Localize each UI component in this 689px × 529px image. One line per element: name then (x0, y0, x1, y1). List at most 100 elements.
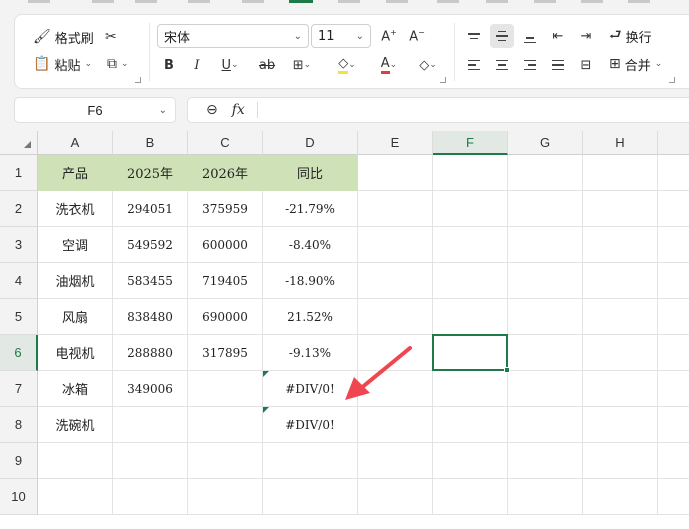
cell[interactable] (508, 371, 583, 407)
value-cell[interactable]: 583455 (113, 263, 188, 299)
fx-icon[interactable]: fx (232, 102, 245, 118)
cell[interactable] (658, 155, 689, 191)
cell[interactable] (358, 407, 433, 443)
column-header-f[interactable]: F (433, 131, 508, 155)
cell[interactable] (583, 191, 658, 227)
borders-button[interactable]: ⊞ ⌄ (285, 53, 319, 77)
menu-tab[interactable] (242, 0, 264, 3)
cell[interactable] (508, 155, 583, 191)
cell[interactable] (113, 443, 188, 479)
yoy-cell[interactable]: -8.40% (263, 227, 358, 263)
cell[interactable] (263, 479, 358, 515)
cell[interactable] (508, 263, 583, 299)
menu-tab[interactable] (338, 0, 360, 3)
paste-button[interactable]: 📋 粘贴 ⌄ (33, 53, 92, 75)
cell[interactable] (583, 479, 658, 515)
name-box[interactable]: F6 ⌄ (14, 97, 176, 123)
value-cell[interactable] (188, 407, 263, 443)
cell[interactable] (658, 479, 689, 515)
cell[interactable] (358, 155, 433, 191)
cell[interactable] (263, 443, 358, 479)
yoy-cell[interactable]: -9.13% (263, 335, 358, 371)
row-header-1[interactable]: 1 (0, 155, 38, 191)
row-header-6[interactable]: 6 (0, 335, 38, 371)
column-header-c[interactable]: C (188, 131, 263, 155)
cell[interactable] (508, 191, 583, 227)
cell[interactable] (358, 263, 433, 299)
error-cell[interactable]: #DIV/0! (263, 371, 358, 407)
column-header-g[interactable]: G (508, 131, 583, 155)
font-name-select[interactable]: 宋体 ⌄ (157, 24, 309, 48)
cell[interactable] (433, 191, 508, 227)
cell[interactable] (508, 299, 583, 335)
value-cell[interactable]: 288880 (113, 335, 188, 371)
cell[interactable] (658, 371, 689, 407)
cell[interactable] (358, 191, 433, 227)
value-cell[interactable]: 375959 (188, 191, 263, 227)
menu-tab[interactable] (188, 0, 210, 3)
cell[interactable] (658, 191, 689, 227)
value-cell[interactable]: 549592 (113, 227, 188, 263)
column-header-a[interactable]: A (38, 131, 113, 155)
column-header-b[interactable]: B (113, 131, 188, 155)
menu-tab[interactable] (534, 0, 556, 3)
error-cell[interactable]: #DIV/0! (263, 407, 358, 443)
format-painter-button[interactable]: 🖌 格式刷 (33, 26, 94, 48)
product-name-cell[interactable]: 电视机 (38, 335, 113, 371)
product-name-cell[interactable]: 空调 (38, 227, 113, 263)
cell[interactable] (508, 335, 583, 371)
cell[interactable] (508, 443, 583, 479)
formula-input[interactable] (258, 98, 689, 122)
cell[interactable] (433, 443, 508, 479)
cell[interactable] (583, 299, 658, 335)
increase-indent-button[interactable]: ⇥ (574, 24, 598, 48)
yoy-cell[interactable]: 21.52% (263, 299, 358, 335)
cell[interactable] (188, 443, 263, 479)
cell[interactable] (583, 155, 658, 191)
italic-button[interactable]: I (185, 53, 209, 77)
menu-tab[interactable] (28, 0, 50, 3)
cell[interactable] (358, 227, 433, 263)
cell[interactable] (433, 479, 508, 515)
row-header-5[interactable]: 5 (0, 299, 38, 335)
cell[interactable] (433, 371, 508, 407)
cell[interactable] (658, 227, 689, 263)
cell[interactable] (433, 227, 508, 263)
yoy-cell[interactable]: -18.90% (263, 263, 358, 299)
decrease-font-size-button[interactable]: A− (405, 24, 429, 48)
cell[interactable] (658, 407, 689, 443)
cut-button[interactable]: ✂ (105, 26, 117, 48)
value-cell[interactable]: 349006 (113, 371, 188, 407)
value-cell[interactable]: 317895 (188, 335, 263, 371)
cell[interactable] (508, 479, 583, 515)
cell[interactable] (583, 263, 658, 299)
align-center-button[interactable] (490, 53, 514, 77)
cell[interactable] (433, 299, 508, 335)
value-cell[interactable]: 838480 (113, 299, 188, 335)
column-header-h[interactable]: H (583, 131, 658, 155)
cell[interactable] (358, 335, 433, 371)
clipboard-dialog-launcher[interactable] (135, 77, 141, 83)
product-name-cell[interactable]: 油烟机 (38, 263, 113, 299)
cell[interactable] (583, 227, 658, 263)
cell[interactable] (433, 263, 508, 299)
cell[interactable] (658, 335, 689, 371)
font-size-select[interactable]: 11 ⌄ (311, 24, 371, 48)
align-middle-button[interactable] (490, 24, 514, 48)
spreadsheet-grid[interactable]: A B C D E F G H 1 2 3 4 5 6 7 8 9 10 产品 2025年 2026年 同比 洗衣机 2940… (0, 131, 689, 529)
cell[interactable] (188, 479, 263, 515)
row-header-8[interactable]: 8 (0, 407, 38, 443)
fill-handle[interactable] (504, 367, 510, 373)
column-header-e[interactable]: E (358, 131, 433, 155)
menu-tab-home[interactable] (289, 0, 313, 3)
cell[interactable] (583, 407, 658, 443)
menu-tab[interactable] (581, 0, 603, 3)
row-header-3[interactable]: 3 (0, 227, 38, 263)
product-name-cell[interactable]: 洗衣机 (38, 191, 113, 227)
cell[interactable] (658, 263, 689, 299)
cell[interactable] (658, 443, 689, 479)
cell[interactable] (433, 407, 508, 443)
cell[interactable] (358, 371, 433, 407)
row-header-10[interactable]: 10 (0, 479, 38, 515)
value-cell[interactable] (113, 407, 188, 443)
